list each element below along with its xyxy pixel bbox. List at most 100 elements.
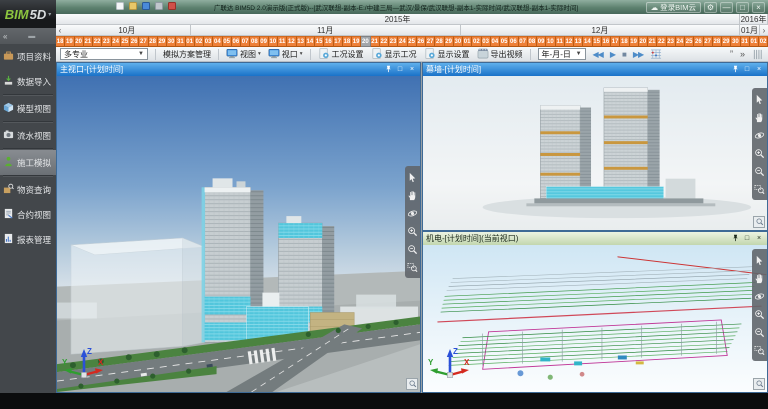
day-cell[interactable]: 23 bbox=[389, 36, 398, 47]
curtain-3d-scene[interactable] bbox=[423, 76, 767, 230]
forward-button[interactable]: ▶▶ bbox=[633, 50, 643, 59]
day-cell[interactable]: 20 bbox=[639, 36, 648, 47]
day-cell[interactable]: 19 bbox=[630, 36, 639, 47]
day-cell-selected[interactable]: 20 bbox=[361, 36, 370, 47]
day-cell[interactable]: 17 bbox=[611, 36, 620, 47]
pan-tool[interactable] bbox=[753, 109, 766, 125]
day-cell[interactable]: 23 bbox=[667, 36, 676, 47]
print-icon[interactable] bbox=[155, 2, 163, 10]
day-cell[interactable]: 30 bbox=[731, 36, 740, 47]
zoom-in-tool[interactable] bbox=[406, 223, 419, 239]
day-cell[interactable]: 27 bbox=[704, 36, 713, 47]
day-cell[interactable]: 24 bbox=[676, 36, 685, 47]
zoom-out-tool[interactable] bbox=[406, 241, 419, 257]
toolbar-button-1[interactable]: 模拟方案管理 bbox=[163, 49, 211, 60]
stop-button[interactable]: ■ bbox=[622, 50, 626, 59]
day-cell[interactable]: 11 bbox=[278, 36, 287, 47]
day-cell[interactable]: 10 bbox=[269, 36, 278, 47]
day-cell[interactable]: 06 bbox=[232, 36, 241, 47]
viewport-close-button[interactable]: × bbox=[407, 65, 417, 74]
day-cell[interactable]: 23 bbox=[102, 36, 111, 47]
day-cell[interactable]: 10 bbox=[546, 36, 555, 47]
viewport-close-button[interactable]: × bbox=[754, 234, 764, 243]
day-cell[interactable]: 22 bbox=[380, 36, 389, 47]
app-logo-menu[interactable]: BIM 5D ▾ bbox=[0, 0, 56, 28]
orbit-tool[interactable] bbox=[753, 127, 766, 143]
day-cell[interactable]: 07 bbox=[519, 36, 528, 47]
zoom-window-tool[interactable] bbox=[753, 342, 766, 358]
play-button[interactable]: ▶ bbox=[610, 50, 615, 59]
rewind-button[interactable]: ◀◀ bbox=[593, 50, 603, 59]
day-cell[interactable]: 22 bbox=[93, 36, 102, 47]
day-cell[interactable]: 05 bbox=[223, 36, 232, 47]
orbit-tool[interactable] bbox=[753, 288, 766, 304]
save-icon[interactable] bbox=[142, 2, 150, 10]
day-cell[interactable]: 13 bbox=[297, 36, 306, 47]
day-cell[interactable]: 24 bbox=[112, 36, 121, 47]
select-tool[interactable] bbox=[753, 91, 766, 107]
zoom-in-tool[interactable] bbox=[753, 306, 766, 322]
day-cell[interactable]: 29 bbox=[445, 36, 454, 47]
toolbar-button-5[interactable]: 显示工况 bbox=[371, 48, 417, 61]
sidebar-item-7[interactable]: 合约视图 bbox=[0, 202, 56, 227]
day-cell[interactable]: 25 bbox=[408, 36, 417, 47]
day-cell[interactable]: 26 bbox=[694, 36, 703, 47]
day-cell[interactable]: 25 bbox=[685, 36, 694, 47]
sidebar-item-5[interactable]: 施工模拟 bbox=[0, 150, 56, 175]
day-cell[interactable]: 19 bbox=[352, 36, 361, 47]
orbit-tool[interactable] bbox=[406, 205, 419, 221]
select-tool[interactable] bbox=[753, 252, 766, 268]
mep-fit-view-button[interactable] bbox=[753, 378, 765, 390]
day-cell[interactable]: 30 bbox=[454, 36, 463, 47]
day-cell[interactable]: 03 bbox=[482, 36, 491, 47]
viewport-maximize-button[interactable]: □ bbox=[742, 234, 752, 243]
main-fit-view-button[interactable] bbox=[406, 378, 418, 390]
sidebar-item-3[interactable]: 模型视图 bbox=[0, 96, 56, 121]
day-cell[interactable]: 20 bbox=[75, 36, 84, 47]
sidebar-item-1[interactable]: 项目资料 bbox=[0, 44, 56, 69]
day-cell[interactable]: 19 bbox=[65, 36, 74, 47]
minimize-button[interactable]: — bbox=[720, 2, 733, 13]
day-cell[interactable]: 04 bbox=[213, 36, 222, 47]
day-cell[interactable]: 28 bbox=[435, 36, 444, 47]
gantt-grid-icon[interactable] bbox=[650, 49, 662, 60]
mep-3d-scene[interactable] bbox=[423, 245, 767, 392]
zoom-window-tool[interactable] bbox=[406, 259, 419, 275]
viewport-curtain-header[interactable]: 幕墙-[计划时间] □× bbox=[423, 63, 767, 76]
day-cell[interactable]: 03 bbox=[204, 36, 213, 47]
day-cell[interactable]: 30 bbox=[167, 36, 176, 47]
toolbar-button-3[interactable]: 视口▾ bbox=[268, 48, 303, 61]
day-cell[interactable]: 18 bbox=[620, 36, 629, 47]
overflow-more-button[interactable]: » bbox=[740, 49, 745, 59]
day-cell[interactable]: 13 bbox=[574, 36, 583, 47]
specialty-select[interactable]: 多专业▼ bbox=[60, 48, 148, 60]
viewport-mep-header[interactable]: 机电-[计划时间](当前视口) □× bbox=[423, 232, 767, 245]
timeline-next-arrow[interactable]: › bbox=[760, 25, 768, 35]
sidebar-drag-handle[interactable]: ▬ bbox=[7, 33, 56, 40]
day-cell[interactable]: 28 bbox=[713, 36, 722, 47]
day-cell[interactable]: 01 bbox=[463, 36, 472, 47]
zoom-out-tool[interactable] bbox=[753, 163, 766, 179]
day-cell[interactable]: 12 bbox=[565, 36, 574, 47]
sidebar-item-6[interactable]: 物资查询 bbox=[0, 177, 56, 202]
viewport-main-header[interactable]: 主视口-[计划时间] □× bbox=[57, 63, 420, 76]
day-cell[interactable]: 09 bbox=[260, 36, 269, 47]
zoom-window-tool[interactable] bbox=[753, 181, 766, 197]
overflow-quote-button[interactable]: ” bbox=[730, 49, 733, 59]
day-cell[interactable]: 18 bbox=[343, 36, 352, 47]
day-cell[interactable]: 01 bbox=[186, 36, 195, 47]
viewport-pin-button[interactable] bbox=[730, 65, 740, 74]
day-cell[interactable]: 12 bbox=[287, 36, 296, 47]
day-cell[interactable]: 05 bbox=[500, 36, 509, 47]
day-cell[interactable]: 16 bbox=[602, 36, 611, 47]
day-cell[interactable]: 14 bbox=[306, 36, 315, 47]
select-tool[interactable] bbox=[406, 169, 419, 185]
toolbar-button-4[interactable]: 工况设置 bbox=[318, 48, 364, 61]
day-cell[interactable]: 18 bbox=[56, 36, 65, 47]
day-cell[interactable]: 15 bbox=[315, 36, 324, 47]
day-cell[interactable]: 07 bbox=[241, 36, 250, 47]
open-icon[interactable] bbox=[129, 2, 137, 10]
day-cell[interactable]: 06 bbox=[509, 36, 518, 47]
pan-tool[interactable] bbox=[406, 187, 419, 203]
day-cell[interactable]: 17 bbox=[334, 36, 343, 47]
